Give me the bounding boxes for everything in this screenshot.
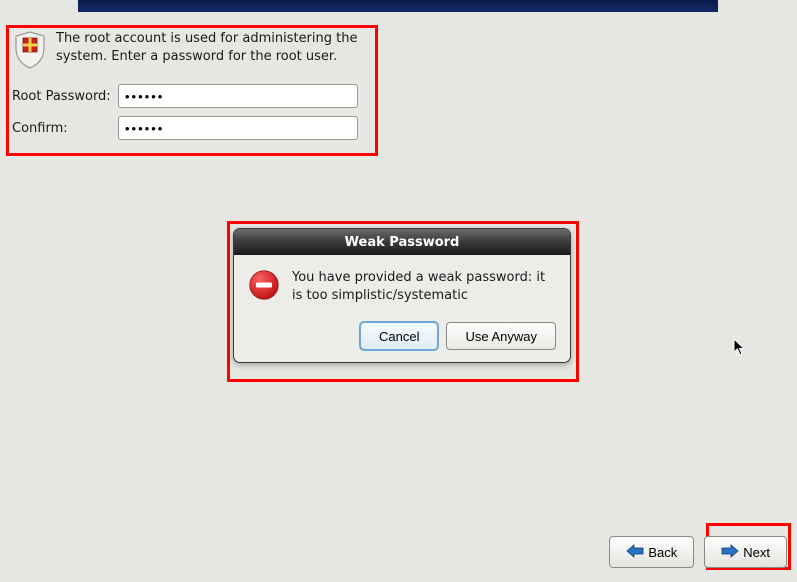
root-password-label: Root Password: [12, 89, 118, 104]
confirm-label: Confirm: [12, 121, 118, 136]
confirm-password-input[interactable] [118, 116, 358, 140]
error-icon [248, 269, 280, 301]
dialog-title[interactable]: Weak Password [234, 229, 570, 255]
shield-icon [12, 30, 48, 70]
arrow-left-icon [626, 544, 644, 561]
root-password-form: The root account is used for administeri… [12, 30, 372, 148]
back-button-label: Back [648, 545, 677, 560]
nav-bar: Back Next [609, 536, 787, 568]
use-anyway-button[interactable]: Use Anyway [446, 322, 556, 350]
dialog-message: You have provided a weak password: it is… [292, 269, 556, 304]
cancel-button-label: Cancel [379, 329, 419, 344]
root-description: The root account is used for administeri… [56, 30, 372, 70]
back-button[interactable]: Back [609, 536, 694, 568]
use-anyway-button-label: Use Anyway [465, 329, 537, 344]
top-banner [78, 0, 718, 12]
root-password-input[interactable] [118, 84, 358, 108]
cursor-icon [733, 338, 747, 356]
next-button[interactable]: Next [704, 536, 787, 568]
cancel-button[interactable]: Cancel [360, 322, 438, 350]
arrow-right-icon [721, 544, 739, 561]
next-button-label: Next [743, 545, 770, 560]
dialog-title-text: Weak Password [345, 235, 460, 250]
weak-password-dialog: Weak Password You have provided a weak p [233, 228, 571, 363]
